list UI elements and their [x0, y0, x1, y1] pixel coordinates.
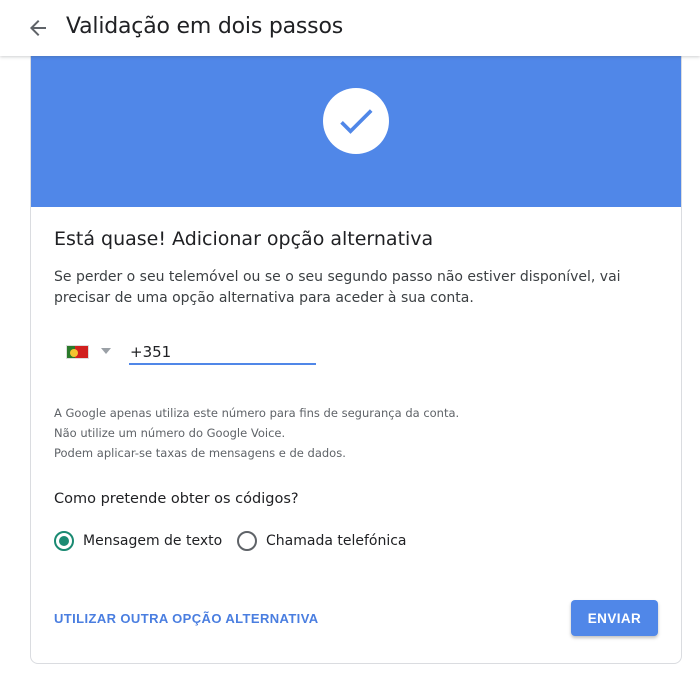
section-heading: Está quase! Adicionar opção alternativa [54, 228, 434, 250]
portugal-flag-icon[interactable] [66, 345, 89, 359]
top-bar: Validação em dois passos [0, 0, 700, 56]
note-line: A Google apenas utiliza este número para… [54, 406, 460, 420]
radio-button[interactable] [237, 531, 257, 551]
country-dropdown-arrow-icon[interactable] [101, 348, 111, 354]
page-title: Validação em dois passos [66, 14, 343, 39]
send-button[interactable]: ENVIAR [571, 600, 658, 636]
option-label: Mensagem de texto [83, 533, 223, 549]
phone-notes: A Google apenas utiliza este número para… [54, 403, 459, 463]
main-card: Está quase! Adicionar opção alternativa … [30, 34, 682, 664]
option-phone-call[interactable]: Chamada telefónica [237, 531, 407, 551]
codes-question: Como pretende obter os códigos? [54, 491, 299, 507]
note-line: Não utilize um número do Google Voice. [54, 426, 286, 440]
description-text: Se perder o seu telemóvel ou se o seu se… [54, 269, 621, 306]
option-text-message[interactable]: Mensagem de texto [54, 531, 222, 551]
note-line: Podem aplicar-se taxas de mensagens e de… [54, 446, 346, 460]
arrow-left-icon [30, 20, 46, 36]
back-button[interactable] [26, 16, 50, 40]
phone-number-input[interactable] [129, 341, 316, 365]
success-banner [31, 35, 681, 207]
check-circle [323, 88, 389, 154]
use-other-option-link[interactable]: UTILIZAR OUTRA OPÇÃO ALTERNATIVA [54, 611, 319, 626]
option-label: Chamada telefónica [266, 533, 407, 549]
checkmark-icon [340, 109, 373, 134]
radio-button-selected[interactable] [54, 531, 74, 551]
